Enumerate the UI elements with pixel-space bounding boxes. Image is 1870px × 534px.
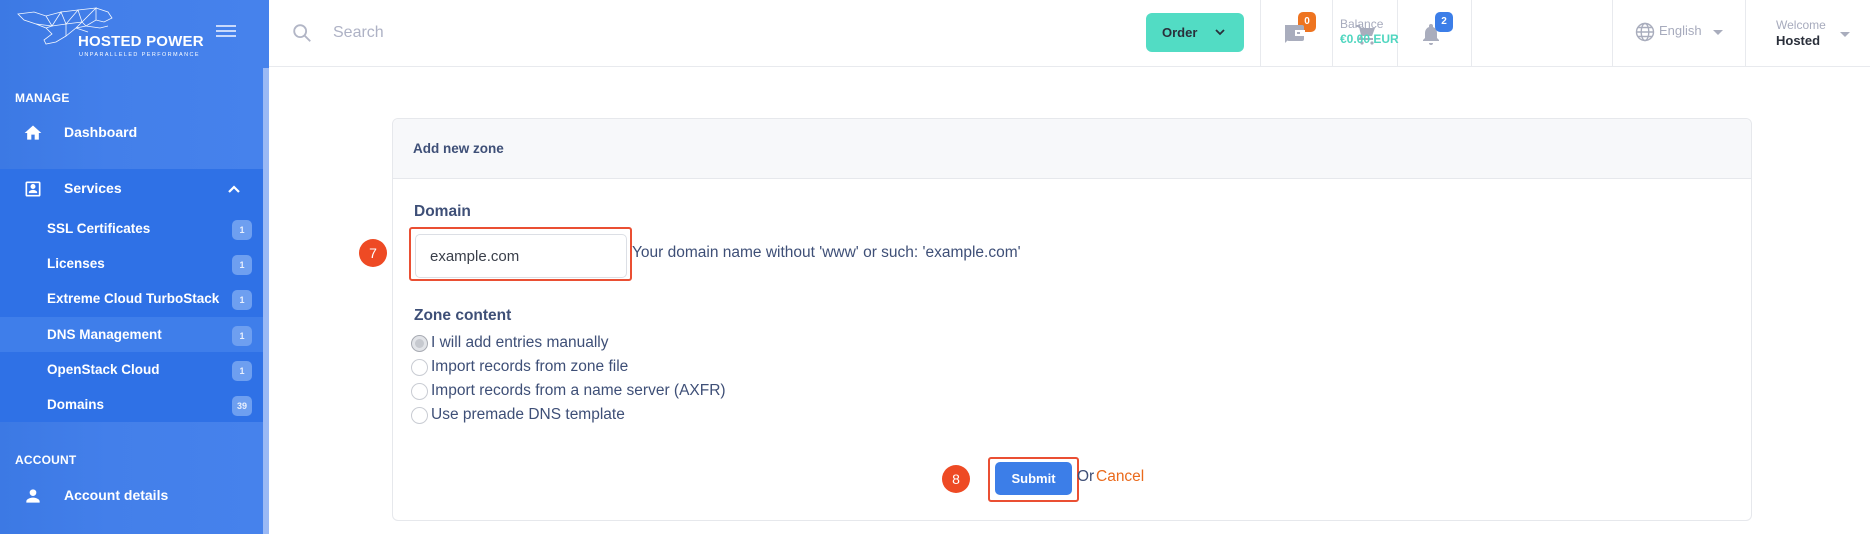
or-text: Or <box>1077 468 1095 485</box>
menu-toggle-icon[interactable] <box>216 25 236 39</box>
user-name: Hosted <box>1776 33 1821 48</box>
radio-button[interactable] <box>411 383 428 400</box>
account-box-icon <box>25 181 41 197</box>
sidebar-item-account-details[interactable]: Account details <box>0 477 263 513</box>
home-icon <box>24 125 42 140</box>
radio-label: Import records from zone file <box>431 358 629 375</box>
header-divider <box>1612 0 1613 67</box>
card-title: Add new zone <box>413 141 504 156</box>
brand-tagline: UNPARALLELED PERFORMANCE <box>79 52 200 58</box>
chevron-up-icon[interactable] <box>227 184 241 194</box>
sidebar-item-openstack-cloud[interactable]: OpenStack Cloud 1 <box>0 352 263 387</box>
welcome-label: Welcome <box>1776 18 1826 32</box>
count-badge: 1 <box>232 220 252 240</box>
sidebar: HOSTED POWER UNPARALLELED PERFORMANCE MA… <box>0 0 269 534</box>
sidebar-item-dns-management[interactable]: DNS Management 1 <box>0 317 263 352</box>
sidebar-item-label: OpenStack Cloud <box>47 362 160 377</box>
notifications-button[interactable]: 2 <box>1419 12 1453 46</box>
chevron-down-icon <box>1215 29 1225 36</box>
count-badge: 1 <box>232 361 252 381</box>
balance-label: Balance <box>1340 17 1384 31</box>
radio-label: Use premade DNS template <box>431 406 625 423</box>
sidebar-item-domains[interactable]: Domains 39 <box>0 387 263 422</box>
caret-down-icon <box>1713 30 1723 35</box>
language-label: English <box>1659 23 1702 38</box>
add-zone-card: Add new zone <box>392 118 1752 521</box>
zone-content-label: Zone content <box>414 307 512 324</box>
sidebar-item-licenses[interactable]: Licenses 1 <box>0 246 263 281</box>
count-badge: 1 <box>232 326 252 346</box>
sidebar-item-ssl-certificates[interactable]: SSL Certificates 1 <box>0 211 263 246</box>
search-input[interactable] <box>333 18 733 48</box>
order-label: Order <box>1162 25 1198 40</box>
domain-input[interactable] <box>415 234 627 278</box>
person-icon <box>26 489 40 503</box>
sidebar-item-label: Account details <box>64 487 169 503</box>
notifications-count-badge: 2 <box>1435 12 1453 32</box>
caret-down-icon <box>1840 32 1850 37</box>
radio-button[interactable] <box>411 359 428 376</box>
count-badge: 39 <box>232 396 252 416</box>
sidebar-item-services[interactable]: Services <box>0 170 263 206</box>
wallet-icon <box>1287 25 1305 41</box>
header-divider <box>1745 0 1746 67</box>
radio-label: I will add entries manually <box>431 334 609 351</box>
card-header: Add new zone <box>393 119 1751 179</box>
submit-button[interactable]: Submit <box>995 462 1072 495</box>
radio-button[interactable] <box>411 335 428 352</box>
sidebar-item-label: Domains <box>47 397 105 412</box>
sidebar-item-label: Licenses <box>47 256 105 271</box>
sidebar-item-label: Services <box>64 180 122 196</box>
sidebar-item-label: SSL Certificates <box>47 221 151 236</box>
search-icon <box>293 24 311 42</box>
step-marker-7: 7 <box>359 239 387 267</box>
order-button[interactable]: Order <box>1146 13 1244 52</box>
sidebar-item-extreme-cloud-turbostack[interactable]: Extreme Cloud TurboStack 1 <box>0 281 263 316</box>
section-title-account: ACCOUNT <box>15 453 77 467</box>
header-divider <box>1332 0 1333 67</box>
radio-label: Import records from a name server (AXFR) <box>431 382 726 399</box>
top-header: Order 0 2 Balance €0.00 EUR English Welc… <box>269 0 1870 67</box>
header-divider <box>1260 0 1261 67</box>
sidebar-item-label: DNS Management <box>47 327 162 342</box>
header-divider <box>1471 0 1472 67</box>
balance-value: €0.00 EUR <box>1340 32 1399 46</box>
sidebar-scrollbar[interactable] <box>263 68 269 534</box>
domain-label: Domain <box>414 203 471 220</box>
sidebar-item-label: Dashboard <box>64 124 138 140</box>
sidebar-item-dashboard[interactable]: Dashboard <box>0 114 263 150</box>
count-badge: 1 <box>232 290 252 310</box>
hosted-power-logo[interactable]: HOSTED POWER UNPARALLELED PERFORMANCE <box>14 6 204 60</box>
globe-icon <box>1635 22 1655 42</box>
radio-button[interactable] <box>411 407 428 424</box>
step-marker-8: 8 <box>942 465 970 493</box>
brand-name: HOSTED POWER <box>78 33 204 50</box>
cancel-link[interactable]: Cancel <box>1096 468 1144 486</box>
section-title-manage: MANAGE <box>15 91 70 105</box>
domain-help-text: Your domain name without 'www' or such: … <box>632 244 1021 261</box>
sidebar-item-label: Extreme Cloud TurboStack <box>47 291 220 306</box>
count-badge: 1 <box>232 255 252 275</box>
